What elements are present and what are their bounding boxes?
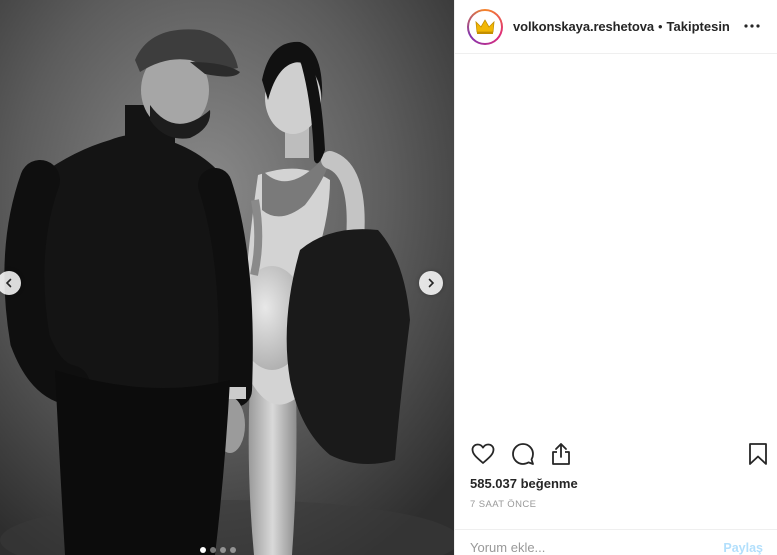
likes-count[interactable]: 585.037 beğenme: [470, 476, 578, 491]
bookmark-icon: [749, 443, 767, 465]
more-options-button[interactable]: [740, 14, 764, 38]
chevron-left-icon: [5, 278, 12, 288]
following-button[interactable]: Takiptesin: [667, 19, 730, 34]
post-author: volkonskaya.reshetova • Takiptesin: [513, 19, 730, 34]
post-photo: [0, 0, 454, 555]
more-horizontal-icon: [744, 24, 760, 28]
like-button[interactable]: [469, 440, 497, 468]
post-sidebar: volkonskaya.reshetova • Takiptesin 585.0…: [454, 0, 777, 555]
comment-bubble-icon: [512, 443, 534, 465]
comment-input[interactable]: [470, 530, 724, 555]
next-image-button[interactable]: [419, 271, 443, 295]
avatar-image: [469, 10, 501, 43]
comment-button[interactable]: [509, 440, 537, 468]
crown-icon: [475, 18, 495, 34]
heart-icon: [471, 443, 495, 464]
share-icon: [552, 443, 570, 465]
carousel-indicator: [200, 547, 236, 553]
save-button[interactable]: [744, 440, 772, 468]
instagram-post: volkonskaya.reshetova • Takiptesin 585.0…: [0, 0, 777, 555]
post-header: volkonskaya.reshetova • Takiptesin: [455, 0, 777, 54]
post-media[interactable]: [0, 0, 454, 555]
comment-form: Paylaş: [455, 529, 777, 555]
post-timestamp[interactable]: 7 SAAT ÖNCE: [470, 499, 536, 510]
post-comment-button[interactable]: Paylaş: [723, 531, 763, 555]
carousel-dot: [210, 547, 216, 553]
post-actions: [467, 440, 767, 468]
avatar[interactable]: [467, 8, 503, 45]
separator-dot: •: [657, 19, 663, 34]
share-button[interactable]: [547, 440, 575, 468]
chevron-right-icon: [428, 278, 435, 288]
username-link[interactable]: volkonskaya.reshetova: [513, 19, 654, 34]
carousel-dot: [230, 547, 236, 553]
carousel-dot: [200, 547, 206, 553]
carousel-dot: [220, 547, 226, 553]
